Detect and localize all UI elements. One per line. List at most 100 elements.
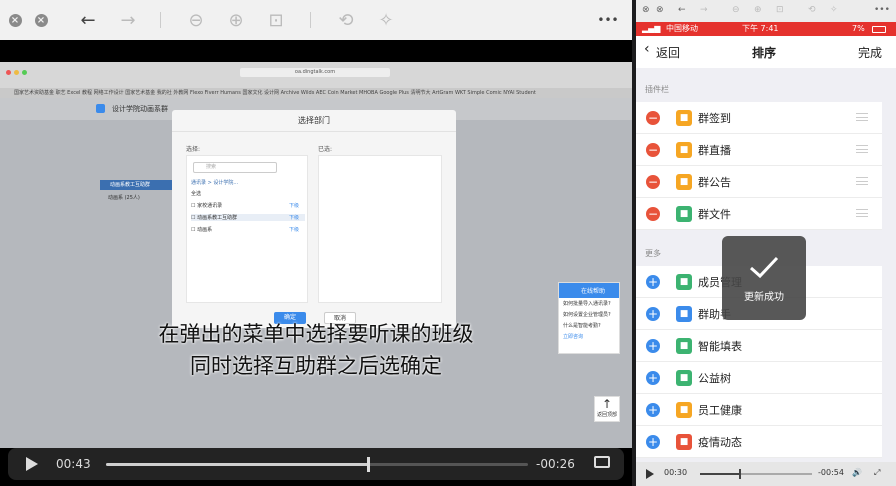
forward-arrow-icon[interactable]: → [700, 5, 708, 15]
dept-list-item[interactable]: 动画系 (25人) [108, 194, 140, 201]
chevron-left-icon[interactable]: ‹ [644, 41, 650, 57]
battery-level: 7% [852, 24, 865, 33]
airplay-icon[interactable] [594, 456, 610, 468]
rotate-icon[interactable]: ⟲ [808, 5, 816, 15]
forward-arrow-icon[interactable]: → [118, 0, 138, 40]
drag-handle-icon[interactable] [856, 177, 868, 185]
done-button[interactable]: 完成 [858, 44, 882, 61]
item-name: 疫情动态 [698, 436, 742, 449]
drag-handle-icon[interactable] [856, 145, 868, 153]
app-icon: ■ [676, 274, 692, 290]
list-item[interactable]: + ■ 疫情动态 [636, 426, 882, 458]
zoom-out-icon[interactable]: ⊖ [186, 0, 206, 40]
app-icon: ■ [676, 370, 692, 386]
list-item[interactable]: − ■ 群文件 [636, 198, 882, 230]
add-icon[interactable]: + [646, 339, 660, 353]
zoom-in-icon[interactable]: ⊕ [754, 5, 762, 15]
back-to-top-button[interactable]: ↑ 返回顶部 [594, 396, 620, 422]
item-name: 员工健康 [698, 404, 742, 417]
item-name: 群签到 [698, 112, 731, 125]
dept-dropdown[interactable]: 动画系教工互助群 [100, 180, 178, 190]
selected-pane [318, 155, 442, 303]
magic-wand-icon[interactable]: ✧ [376, 0, 396, 40]
left-playback-controls: 00:43 -00:26 [8, 448, 624, 480]
more-icon[interactable]: ••• [596, 0, 620, 40]
remove-icon[interactable]: − [646, 143, 660, 157]
subtitle-line-2: 同时选择互助群之后选确定 [190, 354, 442, 378]
select-all-checkbox[interactable]: 全选 [191, 190, 201, 197]
seek-handle[interactable] [366, 457, 370, 472]
add-icon[interactable]: + [646, 371, 660, 385]
seek-bar[interactable] [700, 469, 812, 479]
browser-chrome: oa.dingtalk.com [0, 62, 632, 88]
signal-icon: ▂▄▆ [642, 24, 661, 33]
add-icon[interactable]: + [646, 307, 660, 321]
back-arrow-icon[interactable]: ← [78, 0, 98, 40]
back-button[interactable]: 返回 [656, 44, 680, 61]
add-icon[interactable]: + [646, 435, 660, 449]
remove-icon[interactable]: − [646, 207, 660, 221]
app-icon: ■ [676, 142, 692, 158]
success-toast: 更新成功 [722, 236, 806, 320]
search-input[interactable]: 搜索 [193, 162, 277, 173]
list-item[interactable]: + ■ 员工健康 [636, 394, 882, 426]
list-item[interactable]: ☐ 动画系 下级 [191, 226, 299, 233]
elapsed-time: 00:30 [664, 468, 688, 477]
app-title: 设计学院动画系群 [112, 105, 168, 113]
plugin-section-header: 插件栏 [645, 85, 669, 94]
play-icon[interactable] [646, 469, 654, 479]
close-icon[interactable]: ⊗ [642, 5, 650, 15]
fullscreen-icon[interactable]: ⤢ [874, 468, 880, 478]
fit-window-icon[interactable]: ⊡ [266, 0, 286, 40]
modal-title: 选择部门 [172, 110, 456, 132]
breadcrumb[interactable]: 通讯录 > 设计学院... [191, 179, 238, 186]
item-name: 群公告 [698, 176, 731, 189]
drag-handle-icon[interactable] [856, 113, 868, 121]
browser-url: oa.dingtalk.com [240, 68, 390, 77]
list-item[interactable]: ☐ 动画系教工互助群 下级 [191, 214, 305, 221]
back-arrow-icon[interactable]: ← [678, 5, 686, 15]
close-icon[interactable]: ⊗ [656, 5, 664, 15]
more-icon[interactable]: ••• [874, 5, 890, 15]
list-item[interactable]: + ■ 公益树 [636, 362, 882, 394]
app-icon: ■ [676, 206, 692, 222]
app-icon: ■ [676, 402, 692, 418]
item-name: 智能填表 [698, 340, 742, 353]
rotate-icon[interactable]: ⟲ [336, 0, 356, 40]
nav-bar: ‹ 返回 排序 完成 [636, 36, 896, 68]
seek-bar[interactable] [106, 457, 528, 472]
item-name: 群文件 [698, 208, 731, 221]
help-line[interactable]: 如何批量导入通讯录? [559, 298, 619, 309]
list-item[interactable]: ☐ 家校通讯录 下级 [191, 202, 299, 209]
volume-icon[interactable]: 🔊 [852, 468, 862, 477]
subtitle-line-1: 在弹出的菜单中选择要听课的班级 [158, 322, 474, 346]
add-icon[interactable]: + [646, 403, 660, 417]
add-icon[interactable]: + [646, 275, 660, 289]
remaining-time: -00:26 [536, 457, 575, 471]
drag-handle-icon[interactable] [856, 209, 868, 217]
seek-handle[interactable] [739, 469, 742, 479]
list-item[interactable]: − ■ 群签到 [636, 102, 882, 134]
left-video-window: × × ← → ⊖ ⊕ ⊡ ⟲ ✧ ••• oa.dingtalk.com 国家… [0, 0, 632, 486]
select-label: 选择: [186, 146, 201, 153]
app-icon: ■ [676, 110, 692, 126]
zoom-in-icon[interactable]: ⊕ [226, 0, 246, 40]
app-icon: ■ [676, 306, 692, 322]
remaining-time: -00:54 [818, 468, 844, 477]
select-department-modal: 选择部门 选择: 已选: 搜索 通讯录 > 设计学院... 全选 ☐ 家校通讯录… [172, 110, 456, 328]
remove-icon[interactable]: − [646, 175, 660, 189]
select-pane: 搜索 通讯录 > 设计学院... 全选 ☐ 家校通讯录 下级 ☐ 动画系教工互助群… [186, 155, 308, 303]
list-item[interactable]: − ■ 群直播 [636, 134, 882, 166]
remove-icon[interactable]: − [646, 111, 660, 125]
play-icon[interactable] [26, 457, 38, 471]
up-arrow-icon: ↑ [601, 397, 613, 411]
close-icon[interactable]: × [34, 0, 48, 40]
fit-window-icon[interactable]: ⊡ [776, 5, 784, 15]
more-section-header: 更多 [645, 249, 661, 258]
list-item[interactable]: − ■ 群公告 [636, 166, 882, 198]
zoom-out-icon[interactable]: ⊖ [732, 5, 740, 15]
list-item[interactable]: + ■ 智能填表 [636, 330, 882, 362]
app-icon: ■ [676, 434, 692, 450]
magic-wand-icon[interactable]: ✧ [830, 5, 838, 15]
close-icon[interactable]: × [8, 0, 22, 40]
